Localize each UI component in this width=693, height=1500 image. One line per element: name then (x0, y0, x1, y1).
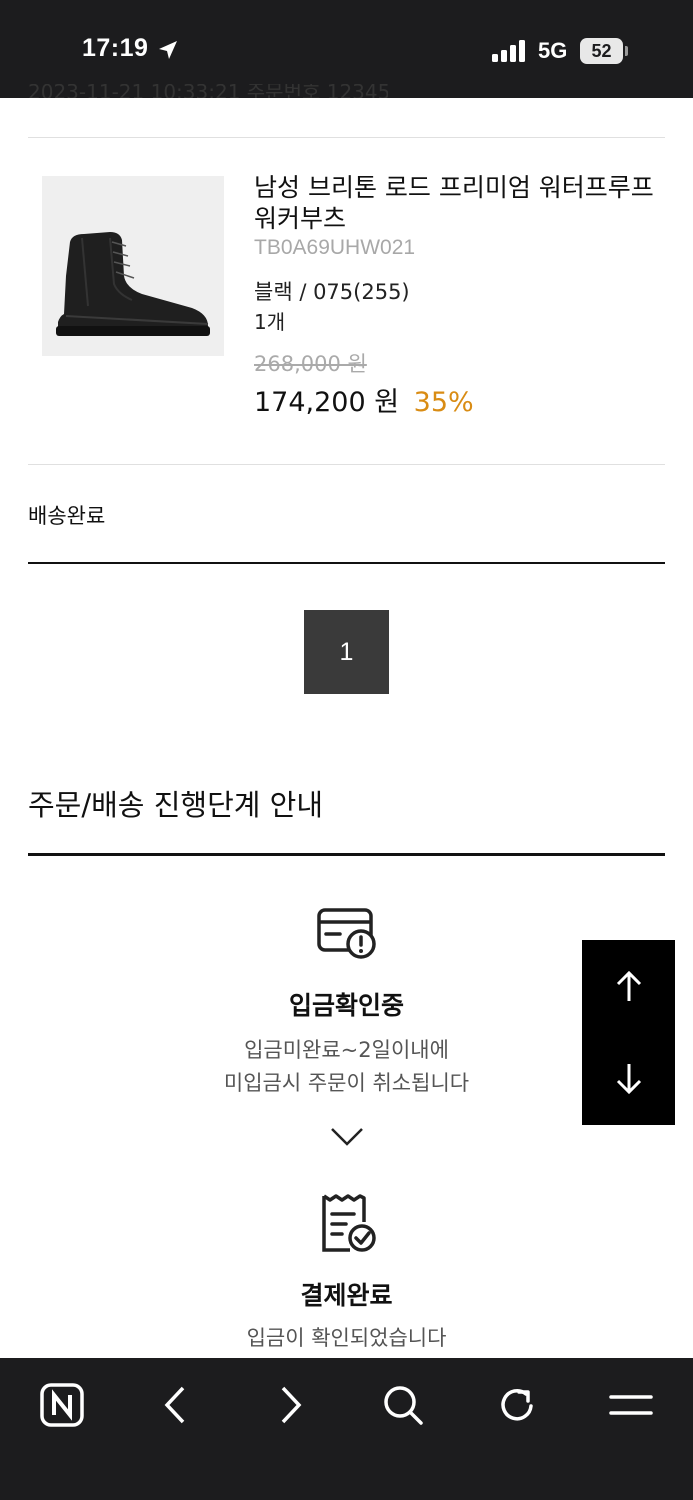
price-row: 174,200 원 35% (254, 380, 474, 419)
reload-icon (501, 1389, 533, 1421)
section-title: 주문/배송 진행단계 안내 (28, 788, 324, 822)
product-image[interactable] (42, 176, 224, 356)
product-quantity: 1개 (254, 310, 286, 334)
sale-price: 174,200 원 (254, 387, 400, 418)
search-button[interactable] (378, 1380, 428, 1430)
naver-home-button[interactable] (37, 1380, 87, 1430)
receipt-check-icon (322, 1194, 376, 1252)
location-arrow-icon (159, 41, 177, 59)
step-desc-2: 입금이 확인되었습니다 (246, 1326, 447, 1350)
discount-rate: 35% (413, 387, 474, 418)
network-type: 5G (538, 38, 568, 63)
step-title-2: 결제완료 (300, 1281, 393, 1310)
battery-icon: 52 (580, 38, 628, 64)
divider (28, 464, 665, 465)
boot-image (56, 232, 210, 336)
delivery-status: 배송완료 (28, 504, 106, 528)
page-button-1[interactable]: 1 (304, 610, 389, 694)
divider (28, 137, 665, 138)
browser-toolbar (0, 1358, 693, 1500)
arrow-down-icon (616, 1064, 641, 1095)
scroll-nav (582, 940, 675, 1125)
forward-button[interactable] (266, 1380, 316, 1430)
reload-button[interactable] (492, 1380, 542, 1430)
product-code: TB0A69UHW021 (254, 236, 416, 259)
scroll-top-button[interactable] (582, 940, 675, 1032)
product-option: 블랙 / 075(255) (254, 280, 410, 304)
search-icon (384, 1386, 423, 1425)
naver-n-icon (40, 1383, 84, 1427)
forward-chevron-icon (281, 1386, 302, 1424)
product-name[interactable]: 남성 브리톤 로드 프리미엄 워터프루프 워커부츠 (254, 172, 664, 234)
cellular-signal-icon (492, 40, 525, 62)
original-price: 268,000 원 (254, 352, 367, 376)
menu-button[interactable] (606, 1380, 656, 1430)
back-chevron-icon (164, 1386, 185, 1424)
back-button[interactable] (150, 1380, 200, 1430)
divider (28, 853, 665, 856)
arrow-up-icon (616, 970, 641, 1001)
card-alert-icon (317, 908, 376, 959)
scroll-bottom-button[interactable] (582, 1033, 675, 1125)
chevron-down-icon (331, 1128, 363, 1146)
divider (28, 562, 665, 564)
status-time: 17:19 (82, 34, 149, 62)
menu-icon (609, 1395, 653, 1415)
cutoff-order-info: 2023-11-21 10:33:21 주문번호 123456789 (28, 84, 388, 98)
battery-level: 52 (580, 38, 623, 64)
